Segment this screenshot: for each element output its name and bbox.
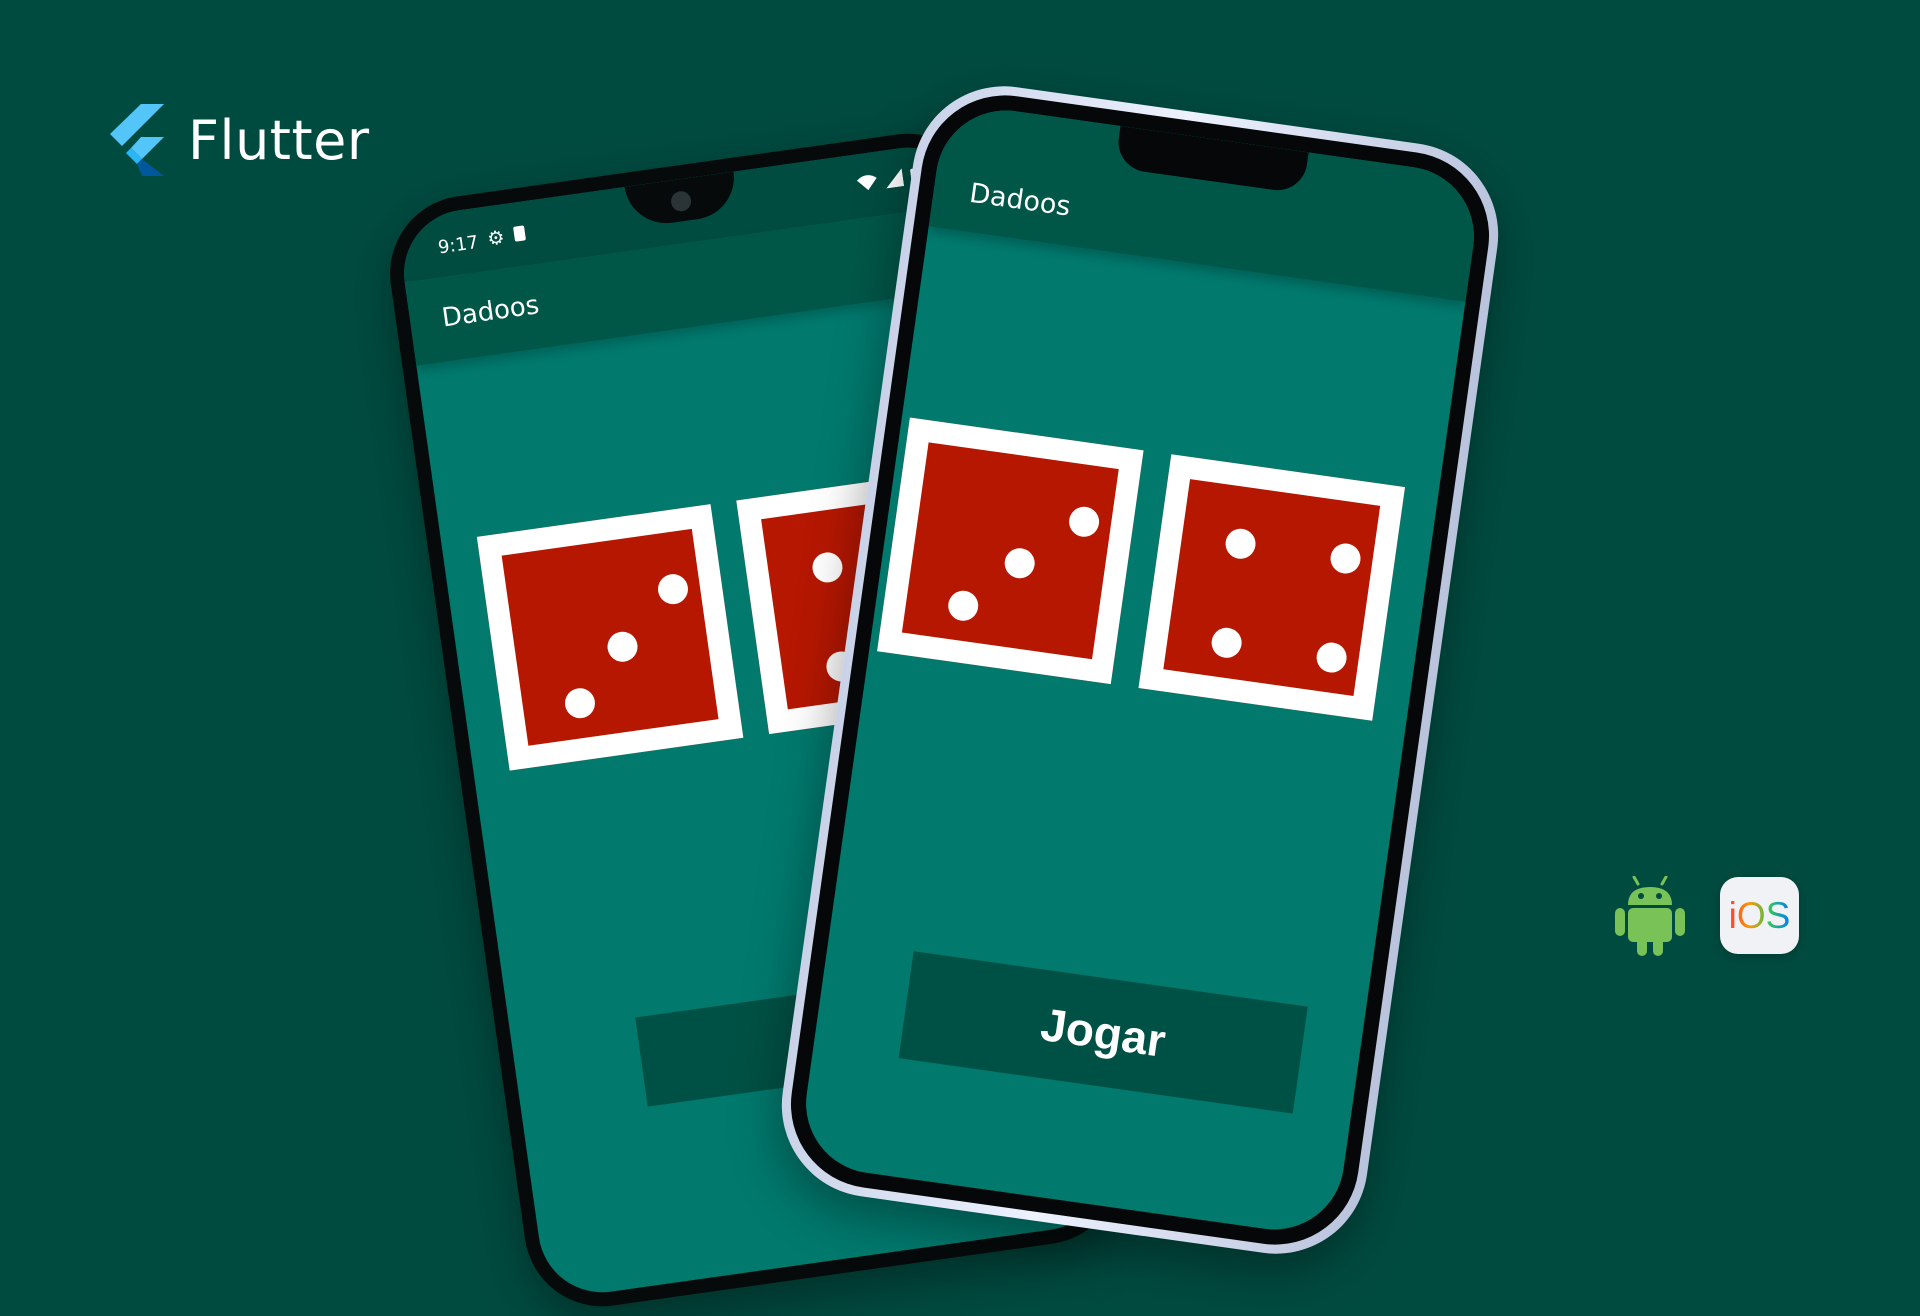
ios-dice-row (877, 417, 1406, 721)
play-button[interactable]: Jogar (898, 951, 1308, 1114)
signal-icon (886, 168, 905, 189)
settings-icon: ⚙ (486, 226, 506, 251)
die-pip (1314, 640, 1349, 675)
die-pip (1328, 541, 1363, 576)
left-die-three[interactable] (877, 417, 1144, 685)
die-pip (656, 572, 690, 607)
flutter-logo-icon (110, 104, 164, 176)
flutter-wordmark: Flutter (188, 108, 370, 172)
die-pip (1067, 504, 1102, 539)
die-pip (810, 550, 845, 585)
app-title: Dadoos (967, 177, 1073, 223)
status-time: 9:17 (436, 231, 480, 259)
wifi-icon (856, 175, 877, 191)
die-pip (1223, 526, 1258, 561)
iphone-screen: Dadoos Jogar (797, 101, 1483, 1239)
die-pip (1209, 625, 1244, 660)
die-pip (563, 686, 597, 721)
right-die-four[interactable] (1138, 454, 1406, 721)
ios-label: iOS (1728, 894, 1791, 936)
ios-badge: iOS (1720, 877, 1799, 954)
die-pip (605, 629, 640, 664)
die-pip (946, 588, 981, 623)
android-robot-icon (1615, 876, 1685, 956)
app-title: Dadoos (440, 290, 542, 334)
flutter-brand: Flutter (106, 104, 370, 176)
ios-app-bar: Dadoos (928, 101, 1483, 302)
camera-punch-hole (624, 171, 740, 229)
left-die-three[interactable] (476, 504, 744, 771)
status-icons-left: ⚙ (486, 223, 527, 250)
sim-card-icon (513, 225, 527, 242)
die-pip (1002, 546, 1037, 581)
